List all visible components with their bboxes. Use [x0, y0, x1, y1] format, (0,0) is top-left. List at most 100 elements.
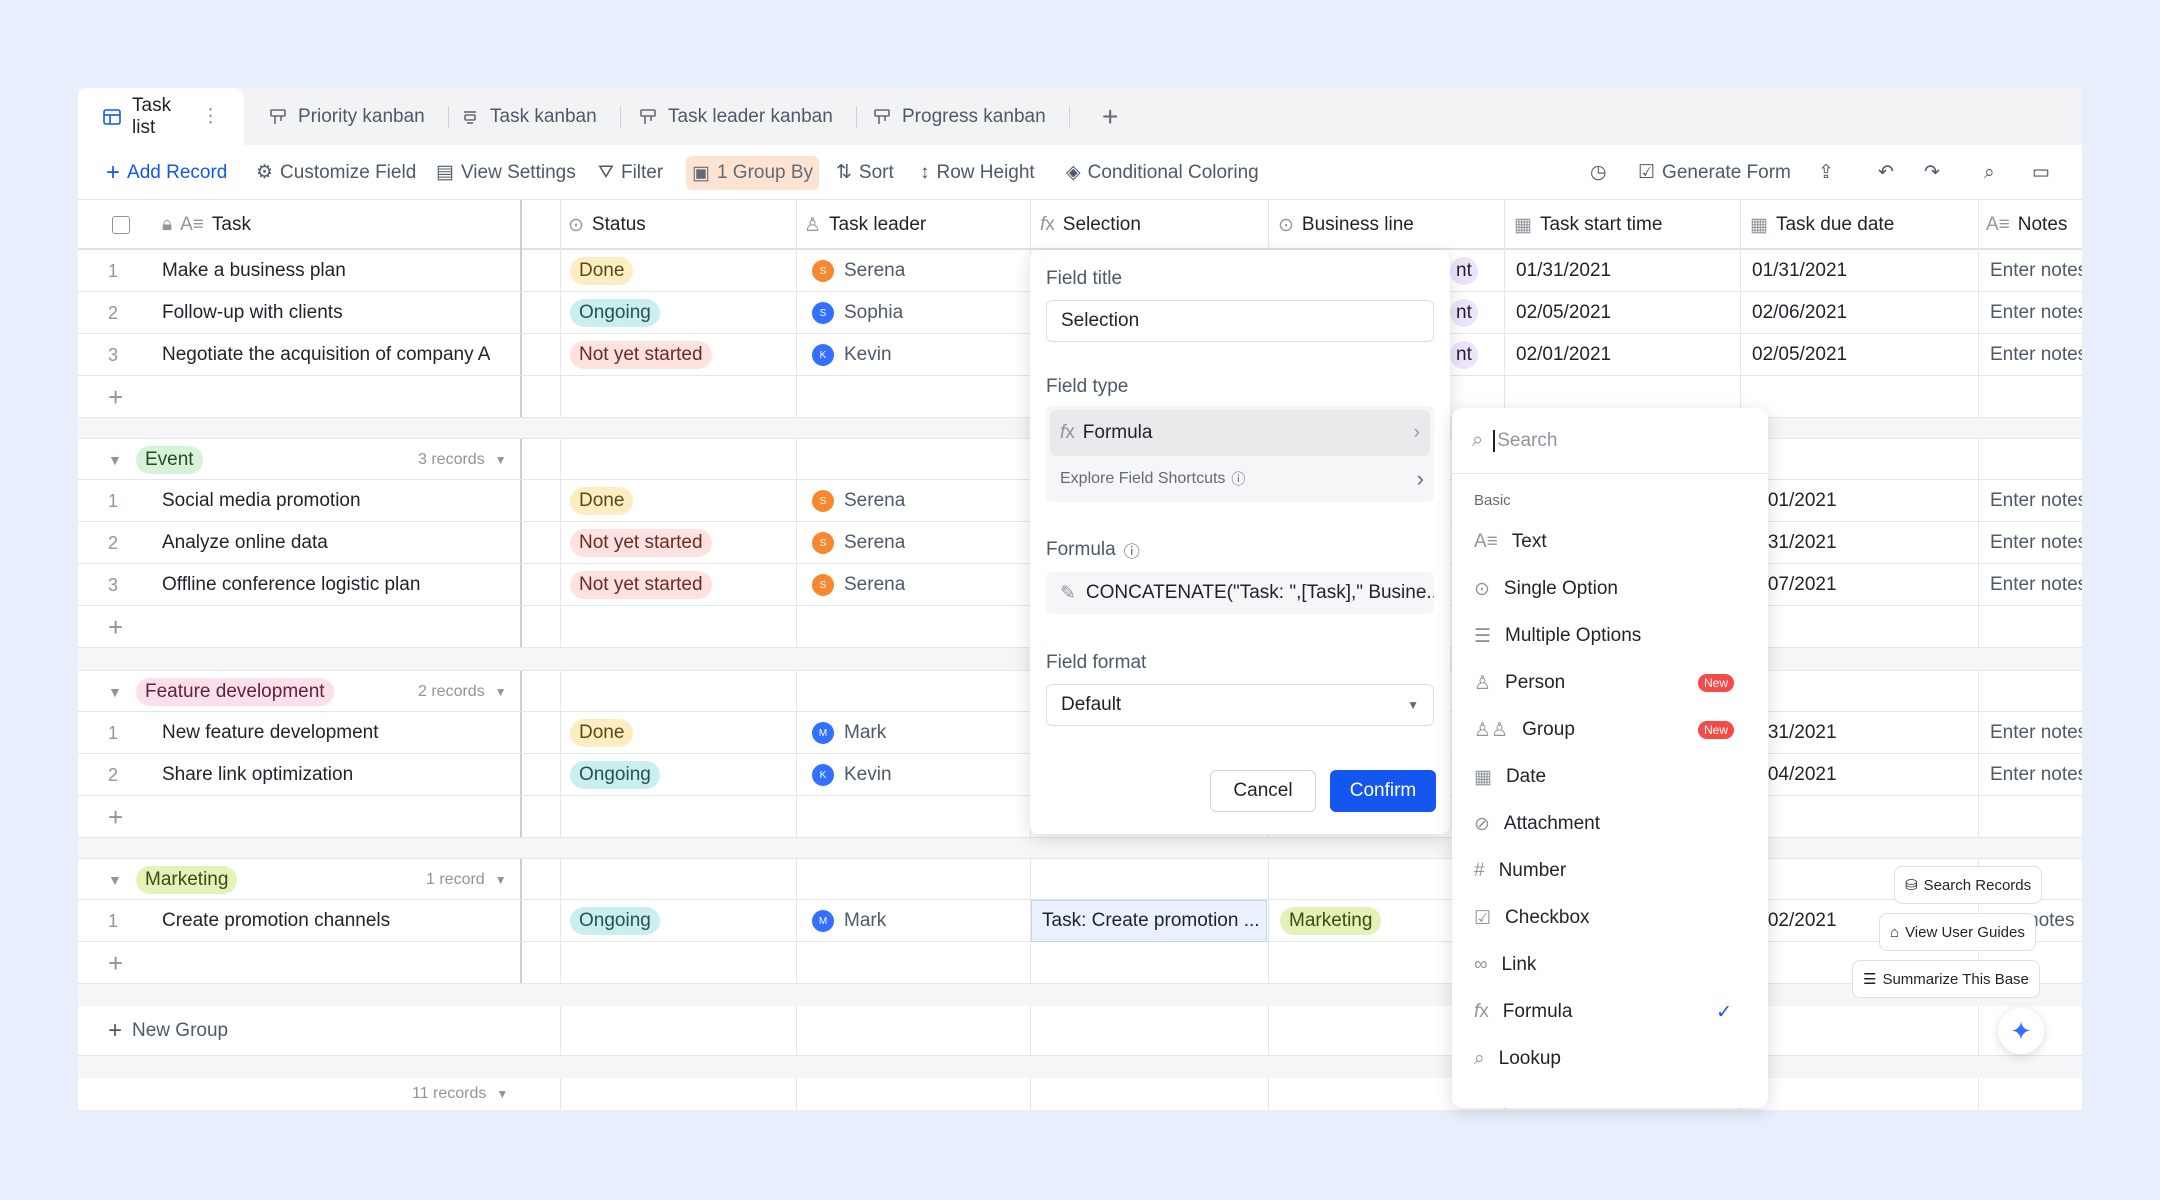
table-row[interactable]: 1 Create promotion channels Ongoing M Mar…	[78, 900, 2082, 942]
tab-priority-kanban[interactable]: Priority kanban	[244, 88, 449, 145]
column-label: Task start time	[1539, 214, 1663, 235]
summarize-base-button[interactable]: ☰ Summarize This Base	[1852, 960, 2040, 998]
new-group-button[interactable]: + New Group	[78, 1006, 2082, 1056]
explore-field-shortcuts[interactable]: Explore Field Shortcuts ⓘ ›	[1060, 462, 1424, 496]
notes-cell: Enter notes	[1990, 722, 2082, 743]
help-icon[interactable]: ⓘ	[1124, 538, 1140, 562]
cancel-button[interactable]: Cancel	[1210, 770, 1316, 812]
type-option-single-option[interactable]: ⊙ Single Option	[1474, 569, 1754, 609]
select-all-checkbox[interactable]	[112, 200, 130, 250]
type-option-text[interactable]: A≡ Text	[1474, 522, 1754, 562]
column-header-status[interactable]: ⊙ Status	[568, 200, 646, 250]
filter-button[interactable]: ⛛ Filter	[598, 145, 663, 200]
new-badge: New	[1697, 721, 1734, 739]
undo-icon[interactable]: ↶	[1878, 145, 1894, 200]
tab-task-kanban[interactable]: Task kanban	[436, 88, 621, 145]
status-pill: Ongoing	[570, 907, 660, 935]
column-header-business-line[interactable]: ⊙ Business line	[1278, 200, 1414, 250]
avatar: M	[812, 910, 834, 932]
column-header-task-start-time[interactable]: ▦ Task start time	[1514, 200, 1662, 250]
list-icon: ☰	[1474, 625, 1492, 647]
avatar: S	[812, 260, 834, 282]
column-label: Business line	[1301, 214, 1414, 235]
ai-sparkle-button[interactable]: ✦	[1998, 1008, 2044, 1054]
type-option-checkbox[interactable]: ☑ Checkbox	[1474, 898, 1754, 938]
avatar: S	[812, 574, 834, 596]
person-icon: ♙	[1474, 672, 1492, 694]
customize-field-button[interactable]: ⚙ Customize Field	[256, 145, 416, 200]
column-header-task-due-date[interactable]: ▦ Task due date	[1750, 200, 1894, 250]
chevron-down-icon[interactable]: ▼	[108, 439, 122, 481]
type-option-lookup[interactable]: ⌕ Lookup	[1474, 1039, 1754, 1079]
kanban-icon	[270, 108, 286, 124]
view-settings-button[interactable]: ▤ View Settings	[436, 145, 576, 200]
add-row[interactable]: +	[78, 942, 2082, 984]
conditional-coloring-button[interactable]: ◈ Conditional Coloring	[1066, 145, 1259, 200]
group-by-label: 1 Group By	[716, 162, 814, 183]
type-option-link[interactable]: ∞ Link	[1474, 945, 1754, 985]
type-option-number[interactable]: # Number	[1474, 851, 1754, 891]
leader-name: Mark	[844, 910, 887, 931]
column-header-task-leader[interactable]: ♙ Task leader	[804, 200, 926, 250]
share-icon[interactable]: ⇪	[1818, 145, 1834, 200]
add-record-button[interactable]: + Add Record	[106, 145, 227, 200]
customize-field-label: Customize Field	[280, 161, 417, 183]
row-height-button[interactable]: ↕ Row Height	[920, 145, 1035, 200]
type-option-formula[interactable]: fx Formula ✓	[1474, 992, 1754, 1032]
column-header-selection[interactable]: fx Selection	[1040, 200, 1141, 250]
tab-task-list[interactable]: Task list ⋮	[78, 88, 244, 145]
field-title-input[interactable]: Selection	[1046, 300, 1434, 342]
history-icon[interactable]: ◷	[1590, 145, 1607, 200]
selection-cell[interactable]: Task: Create promotion ...	[1031, 900, 1267, 942]
lock-icon: 🔒︎	[162, 214, 173, 235]
confirm-button[interactable]: Confirm	[1330, 770, 1436, 812]
option-label: Lookup	[1498, 1048, 1561, 1069]
caret-down-icon[interactable]: ▼	[496, 1087, 508, 1101]
notes-cell: Enter notes	[1990, 490, 2082, 511]
text-field-icon: A≡	[180, 214, 204, 235]
caret-down-icon[interactable]: ▼	[495, 873, 507, 887]
leader-name: Kevin	[844, 764, 892, 785]
group-count: 2 records	[418, 683, 485, 700]
field-type-label: Field type	[1046, 376, 1129, 397]
chevron-down-icon[interactable]: ▼	[108, 859, 122, 901]
caret-down-icon[interactable]: ▼	[495, 453, 507, 467]
avatar: S	[812, 302, 834, 324]
type-option-date[interactable]: ▦ Date	[1474, 757, 1754, 797]
tab-task-leader-kanban[interactable]: Task leader kanban	[614, 88, 857, 145]
tab-progress-kanban[interactable]: Progress kanban	[848, 88, 1070, 145]
row-number: 1	[108, 490, 119, 511]
row-number: 2	[108, 764, 119, 785]
type-search-box[interactable]: ⌕ Search	[1452, 408, 1768, 474]
formula-icon: fx	[1040, 214, 1055, 235]
group-by-button[interactable]: ▣ 1 Group By	[686, 156, 820, 190]
sort-button[interactable]: ⇅ Sort	[836, 145, 894, 200]
generate-form-button[interactable]: ☑ Generate Form	[1638, 145, 1791, 200]
chevron-down-icon[interactable]: ▼	[108, 671, 122, 713]
column-header-task[interactable]: 🔒︎ A≡ Task	[162, 200, 251, 250]
field-format-select[interactable]: Default ▼	[1046, 684, 1434, 726]
plus-icon: +	[1102, 100, 1119, 132]
status-pill: Done	[570, 257, 634, 285]
search-view-icon[interactable]: ⌕	[1984, 145, 1995, 200]
type-option-person[interactable]: ♙ Person New	[1474, 663, 1754, 703]
more-icon[interactable]: ⋮	[201, 105, 220, 128]
comment-icon[interactable]: ▭	[2032, 145, 2050, 200]
view-user-guides-button[interactable]: ⌂ View User Guides	[1879, 913, 2036, 951]
formula-input[interactable]: ✎ CONCATENATE("Task: ",[Task]," Busine...	[1046, 572, 1434, 614]
type-option-attachment[interactable]: ⊘ Attachment	[1474, 804, 1754, 844]
column-header-notes[interactable]: A≡ Notes	[1986, 200, 2067, 250]
group-header-marketing[interactable]: ▼ Marketing 1 record ▼	[78, 858, 2082, 900]
option-label: Checkbox	[1505, 907, 1590, 928]
formula-value: CONCATENATE("Task: ",[Task]," Busine...	[1085, 582, 1434, 603]
search-records-button[interactable]: ⛁ Search Records	[1894, 866, 2043, 904]
type-option-group[interactable]: ♙♙ Group New	[1474, 710, 1754, 750]
redo-icon[interactable]: ↷	[1924, 145, 1940, 200]
add-view-button[interactable]: +	[1078, 88, 1142, 145]
option-label: Formula	[1502, 1001, 1573, 1022]
field-type-select[interactable]: fx Formula ›	[1050, 410, 1430, 456]
type-option-multiple-options[interactable]: ☰ Multiple Options	[1474, 616, 1754, 656]
tab-label: Task leader kanban	[668, 105, 833, 127]
avatar: S	[812, 490, 834, 512]
caret-down-icon[interactable]: ▼	[495, 685, 507, 699]
